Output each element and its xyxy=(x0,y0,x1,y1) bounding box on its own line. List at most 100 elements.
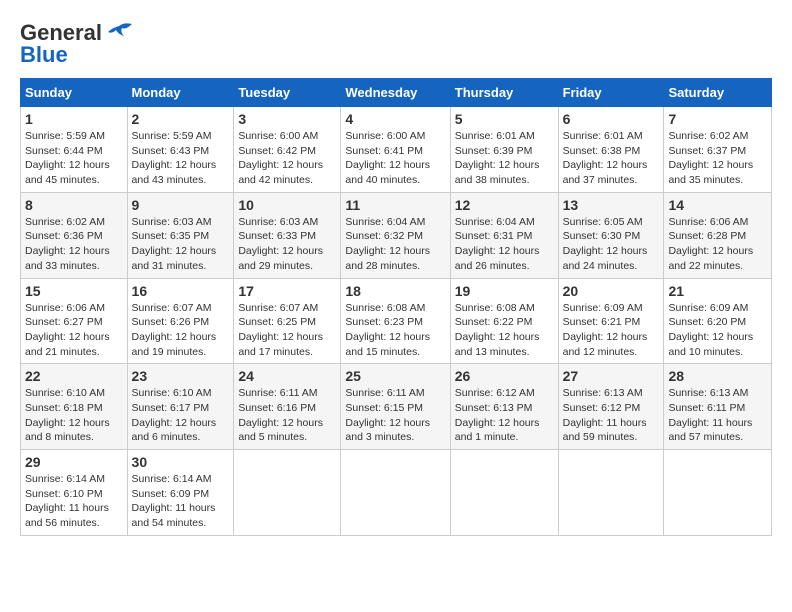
calendar-header-row: SundayMondayTuesdayWednesdayThursdayFrid… xyxy=(21,79,772,107)
day-info: Sunrise: 6:11 AMSunset: 6:15 PMDaylight:… xyxy=(345,387,430,443)
day-info: Sunrise: 6:07 AMSunset: 6:25 PMDaylight:… xyxy=(238,302,323,358)
calendar-week-row: 29 Sunrise: 6:14 AMSunset: 6:10 PMDayligh… xyxy=(21,450,772,536)
page-header: General Blue xyxy=(20,20,772,68)
calendar-cell: 22 Sunrise: 6:10 AMSunset: 6:18 PMDayligh… xyxy=(21,364,128,450)
day-info: Sunrise: 5:59 AMSunset: 6:44 PMDaylight:… xyxy=(25,130,110,186)
day-number: 16 xyxy=(132,283,230,299)
calendar-cell: 7 Sunrise: 6:02 AMSunset: 6:37 PMDaylight… xyxy=(664,107,772,193)
calendar-cell: 18 Sunrise: 6:08 AMSunset: 6:23 PMDayligh… xyxy=(341,278,450,364)
day-info: Sunrise: 6:09 AMSunset: 6:21 PMDaylight:… xyxy=(563,302,648,358)
calendar-cell: 16 Sunrise: 6:07 AMSunset: 6:26 PMDayligh… xyxy=(127,278,234,364)
calendar-cell: 1 Sunrise: 5:59 AMSunset: 6:44 PMDaylight… xyxy=(21,107,128,193)
calendar-cell: 30 Sunrise: 6:14 AMSunset: 6:09 PMDayligh… xyxy=(127,450,234,536)
day-info: Sunrise: 6:08 AMSunset: 6:23 PMDaylight:… xyxy=(345,302,430,358)
day-number: 25 xyxy=(345,368,445,384)
calendar-cell: 19Sunrise: 6:08 AMSunset: 6:22 PMDayligh… xyxy=(450,278,558,364)
day-number: 28 xyxy=(668,368,767,384)
calendar-cell: 25 Sunrise: 6:11 AMSunset: 6:15 PMDayligh… xyxy=(341,364,450,450)
day-info: Sunrise: 6:03 AMSunset: 6:33 PMDaylight:… xyxy=(238,216,323,272)
calendar-cell: 8 Sunrise: 6:02 AMSunset: 6:36 PMDaylight… xyxy=(21,192,128,278)
day-number: 8 xyxy=(25,197,123,213)
day-number: 23 xyxy=(132,368,230,384)
calendar-cell: 21Sunrise: 6:09 AMSunset: 6:20 PMDayligh… xyxy=(664,278,772,364)
day-info: Sunrise: 6:06 AMSunset: 6:27 PMDaylight:… xyxy=(25,302,110,358)
day-info: Sunrise: 6:05 AMSunset: 6:30 PMDaylight:… xyxy=(563,216,648,272)
calendar-cell: 9Sunrise: 6:03 AMSunset: 6:35 PMDaylight… xyxy=(127,192,234,278)
day-info: Sunrise: 6:10 AMSunset: 6:18 PMDaylight:… xyxy=(25,387,110,443)
calendar-cell: 3 Sunrise: 6:00 AMSunset: 6:42 PMDaylight… xyxy=(234,107,341,193)
calendar-cell: 14 Sunrise: 6:06 AMSunset: 6:28 PMDayligh… xyxy=(664,192,772,278)
calendar-cell: 11 Sunrise: 6:04 AMSunset: 6:32 PMDayligh… xyxy=(341,192,450,278)
header-thursday: Thursday xyxy=(450,79,558,107)
calendar-cell: 6 Sunrise: 6:01 AMSunset: 6:38 PMDaylight… xyxy=(558,107,664,193)
calendar-cell: 15Sunrise: 6:06 AMSunset: 6:27 PMDayligh… xyxy=(21,278,128,364)
calendar-cell: 26 Sunrise: 6:12 AMSunset: 6:13 PMDayligh… xyxy=(450,364,558,450)
day-number: 14 xyxy=(668,197,767,213)
calendar-cell: 12 Sunrise: 6:04 AMSunset: 6:31 PMDayligh… xyxy=(450,192,558,278)
calendar-week-row: 22 Sunrise: 6:10 AMSunset: 6:18 PMDayligh… xyxy=(21,364,772,450)
day-info: Sunrise: 6:01 AMSunset: 6:39 PMDaylight:… xyxy=(455,130,540,186)
day-number: 7 xyxy=(668,111,767,127)
header-saturday: Saturday xyxy=(664,79,772,107)
day-info: Sunrise: 6:08 AMSunset: 6:22 PMDaylight:… xyxy=(455,302,540,358)
calendar-cell xyxy=(450,450,558,536)
day-number: 2 xyxy=(132,111,230,127)
header-sunday: Sunday xyxy=(21,79,128,107)
day-number: 10 xyxy=(238,197,336,213)
header-friday: Friday xyxy=(558,79,664,107)
day-info: Sunrise: 6:07 AMSunset: 6:26 PMDaylight:… xyxy=(132,302,217,358)
calendar-cell xyxy=(234,450,341,536)
calendar-cell: 13 Sunrise: 6:05 AMSunset: 6:30 PMDayligh… xyxy=(558,192,664,278)
calendar-cell: 28 Sunrise: 6:13 AMSunset: 6:11 PMDayligh… xyxy=(664,364,772,450)
day-number: 22 xyxy=(25,368,123,384)
day-info: Sunrise: 6:11 AMSunset: 6:16 PMDaylight:… xyxy=(238,387,323,443)
day-info: Sunrise: 6:13 AMSunset: 6:12 PMDaylight:… xyxy=(563,387,647,443)
day-info: Sunrise: 6:00 AMSunset: 6:41 PMDaylight:… xyxy=(345,130,430,186)
day-number: 27 xyxy=(563,368,660,384)
calendar-cell: 2Sunrise: 5:59 AMSunset: 6:43 PMDaylight… xyxy=(127,107,234,193)
calendar-table: SundayMondayTuesdayWednesdayThursdayFrid… xyxy=(20,78,772,536)
day-number: 29 xyxy=(25,454,123,470)
day-number: 30 xyxy=(132,454,230,470)
calendar-cell: 5 Sunrise: 6:01 AMSunset: 6:39 PMDaylight… xyxy=(450,107,558,193)
calendar-cell xyxy=(664,450,772,536)
day-number: 18 xyxy=(345,283,445,299)
header-monday: Monday xyxy=(127,79,234,107)
day-number: 24 xyxy=(238,368,336,384)
header-tuesday: Tuesday xyxy=(234,79,341,107)
logo-bird-icon xyxy=(104,22,134,44)
calendar-cell xyxy=(558,450,664,536)
day-info: Sunrise: 6:13 AMSunset: 6:11 PMDaylight:… xyxy=(668,387,752,443)
header-wednesday: Wednesday xyxy=(341,79,450,107)
day-info: Sunrise: 6:09 AMSunset: 6:20 PMDaylight:… xyxy=(668,302,753,358)
calendar-cell xyxy=(341,450,450,536)
day-number: 20 xyxy=(563,283,660,299)
day-number: 13 xyxy=(563,197,660,213)
calendar-cell: 24 Sunrise: 6:11 AMSunset: 6:16 PMDayligh… xyxy=(234,364,341,450)
day-number: 1 xyxy=(25,111,123,127)
day-info: Sunrise: 6:00 AMSunset: 6:42 PMDaylight:… xyxy=(238,130,323,186)
day-number: 3 xyxy=(238,111,336,127)
day-info: Sunrise: 6:06 AMSunset: 6:28 PMDaylight:… xyxy=(668,216,753,272)
logo: General Blue xyxy=(20,20,134,68)
calendar-week-row: 15Sunrise: 6:06 AMSunset: 6:27 PMDayligh… xyxy=(21,278,772,364)
day-info: Sunrise: 6:03 AMSunset: 6:35 PMDaylight:… xyxy=(132,216,217,272)
day-info: Sunrise: 6:04 AMSunset: 6:31 PMDaylight:… xyxy=(455,216,540,272)
day-number: 12 xyxy=(455,197,554,213)
calendar-cell: 4Sunrise: 6:00 AMSunset: 6:41 PMDaylight… xyxy=(341,107,450,193)
day-info: Sunrise: 6:14 AMSunset: 6:10 PMDaylight:… xyxy=(25,473,109,529)
day-info: Sunrise: 6:12 AMSunset: 6:13 PMDaylight:… xyxy=(455,387,540,443)
day-number: 11 xyxy=(345,197,445,213)
day-info: Sunrise: 6:10 AMSunset: 6:17 PMDaylight:… xyxy=(132,387,217,443)
day-info: Sunrise: 6:04 AMSunset: 6:32 PMDaylight:… xyxy=(345,216,430,272)
calendar-cell: 10 Sunrise: 6:03 AMSunset: 6:33 PMDayligh… xyxy=(234,192,341,278)
calendar-cell: 29 Sunrise: 6:14 AMSunset: 6:10 PMDayligh… xyxy=(21,450,128,536)
day-info: Sunrise: 6:02 AMSunset: 6:37 PMDaylight:… xyxy=(668,130,753,186)
day-number: 17 xyxy=(238,283,336,299)
day-info: Sunrise: 6:01 AMSunset: 6:38 PMDaylight:… xyxy=(563,130,648,186)
day-number: 5 xyxy=(455,111,554,127)
day-info: Sunrise: 6:14 AMSunset: 6:09 PMDaylight:… xyxy=(132,473,216,529)
day-number: 6 xyxy=(563,111,660,127)
day-info: Sunrise: 6:02 AMSunset: 6:36 PMDaylight:… xyxy=(25,216,110,272)
day-number: 26 xyxy=(455,368,554,384)
